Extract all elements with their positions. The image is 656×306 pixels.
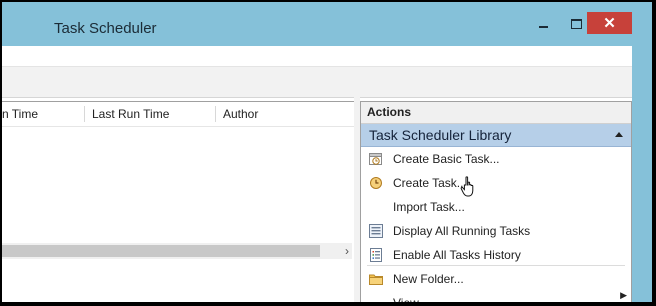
action-label: Display All Running Tasks: [393, 224, 531, 238]
close-icon: ✕: [603, 15, 616, 32]
close-button[interactable]: ✕: [587, 12, 632, 34]
maximize-button[interactable]: [563, 14, 589, 34]
action-label: Create Task...: [393, 176, 467, 190]
action-display-running-tasks[interactable]: Display All Running Tasks: [361, 219, 631, 243]
toolbar: [2, 67, 632, 98]
action-create-task[interactable]: Create Task...: [361, 171, 631, 195]
column-separator[interactable]: [215, 106, 216, 122]
column-next-run-time[interactable]: n Time: [2, 102, 38, 126]
calendar-clock-icon: [369, 153, 382, 165]
action-label: Create Basic Task...: [393, 152, 500, 166]
task-scheduler-window: Task Scheduler ✕ n Time Last Run Time Au…: [2, 2, 652, 302]
action-label: View: [393, 291, 419, 302]
action-label: New Folder...: [393, 272, 464, 286]
action-new-folder[interactable]: New Folder...: [361, 267, 631, 291]
collapse-arrow-icon[interactable]: [615, 132, 623, 137]
action-label: Enable All Tasks History: [393, 248, 521, 262]
window-title: Task Scheduler: [54, 20, 157, 37]
hand-pointer-icon: [460, 176, 474, 197]
column-separator[interactable]: [84, 106, 85, 122]
title-bar[interactable]: Task Scheduler ✕: [2, 2, 652, 46]
menu-bar: [2, 46, 632, 67]
actions-header-label: Actions: [367, 105, 412, 119]
action-import-task[interactable]: Import Task...: [361, 195, 631, 219]
section-title: Task Scheduler Library: [369, 127, 512, 143]
task-list-pane: n Time Last Run Time Author ›: [2, 101, 355, 302]
column-last-run-time[interactable]: Last Run Time: [92, 102, 169, 126]
scrollbar-thumb[interactable]: [2, 245, 320, 257]
folder-icon: [369, 274, 383, 285]
task-scheduler-library-section[interactable]: Task Scheduler Library: [361, 124, 631, 147]
action-create-basic-task[interactable]: Create Basic Task...: [361, 147, 631, 171]
history-icon: [370, 248, 382, 262]
scroll-right-icon[interactable]: ›: [345, 243, 349, 259]
action-view[interactable]: View: [361, 291, 631, 302]
action-label: Import Task...: [393, 200, 465, 214]
maximize-icon: [570, 19, 582, 29]
horizontal-scrollbar[interactable]: ›: [2, 243, 352, 259]
clock-icon: [370, 177, 382, 189]
action-enable-tasks-history[interactable]: Enable All Tasks History: [361, 243, 631, 267]
actions-pane: Actions Task Scheduler Library Create Ba…: [360, 101, 632, 302]
submenu-arrow-icon: ▶: [620, 290, 627, 300]
minimize-button[interactable]: [530, 14, 556, 34]
actions-divider: [367, 265, 625, 266]
main-content: n Time Last Run Time Author › Actions Ta…: [2, 46, 632, 302]
actions-header: Actions: [361, 102, 631, 124]
minimize-icon: [538, 26, 548, 28]
column-author[interactable]: Author: [223, 102, 258, 126]
task-list-header: n Time Last Run Time Author: [2, 102, 354, 127]
running-tasks-icon: [369, 224, 383, 238]
